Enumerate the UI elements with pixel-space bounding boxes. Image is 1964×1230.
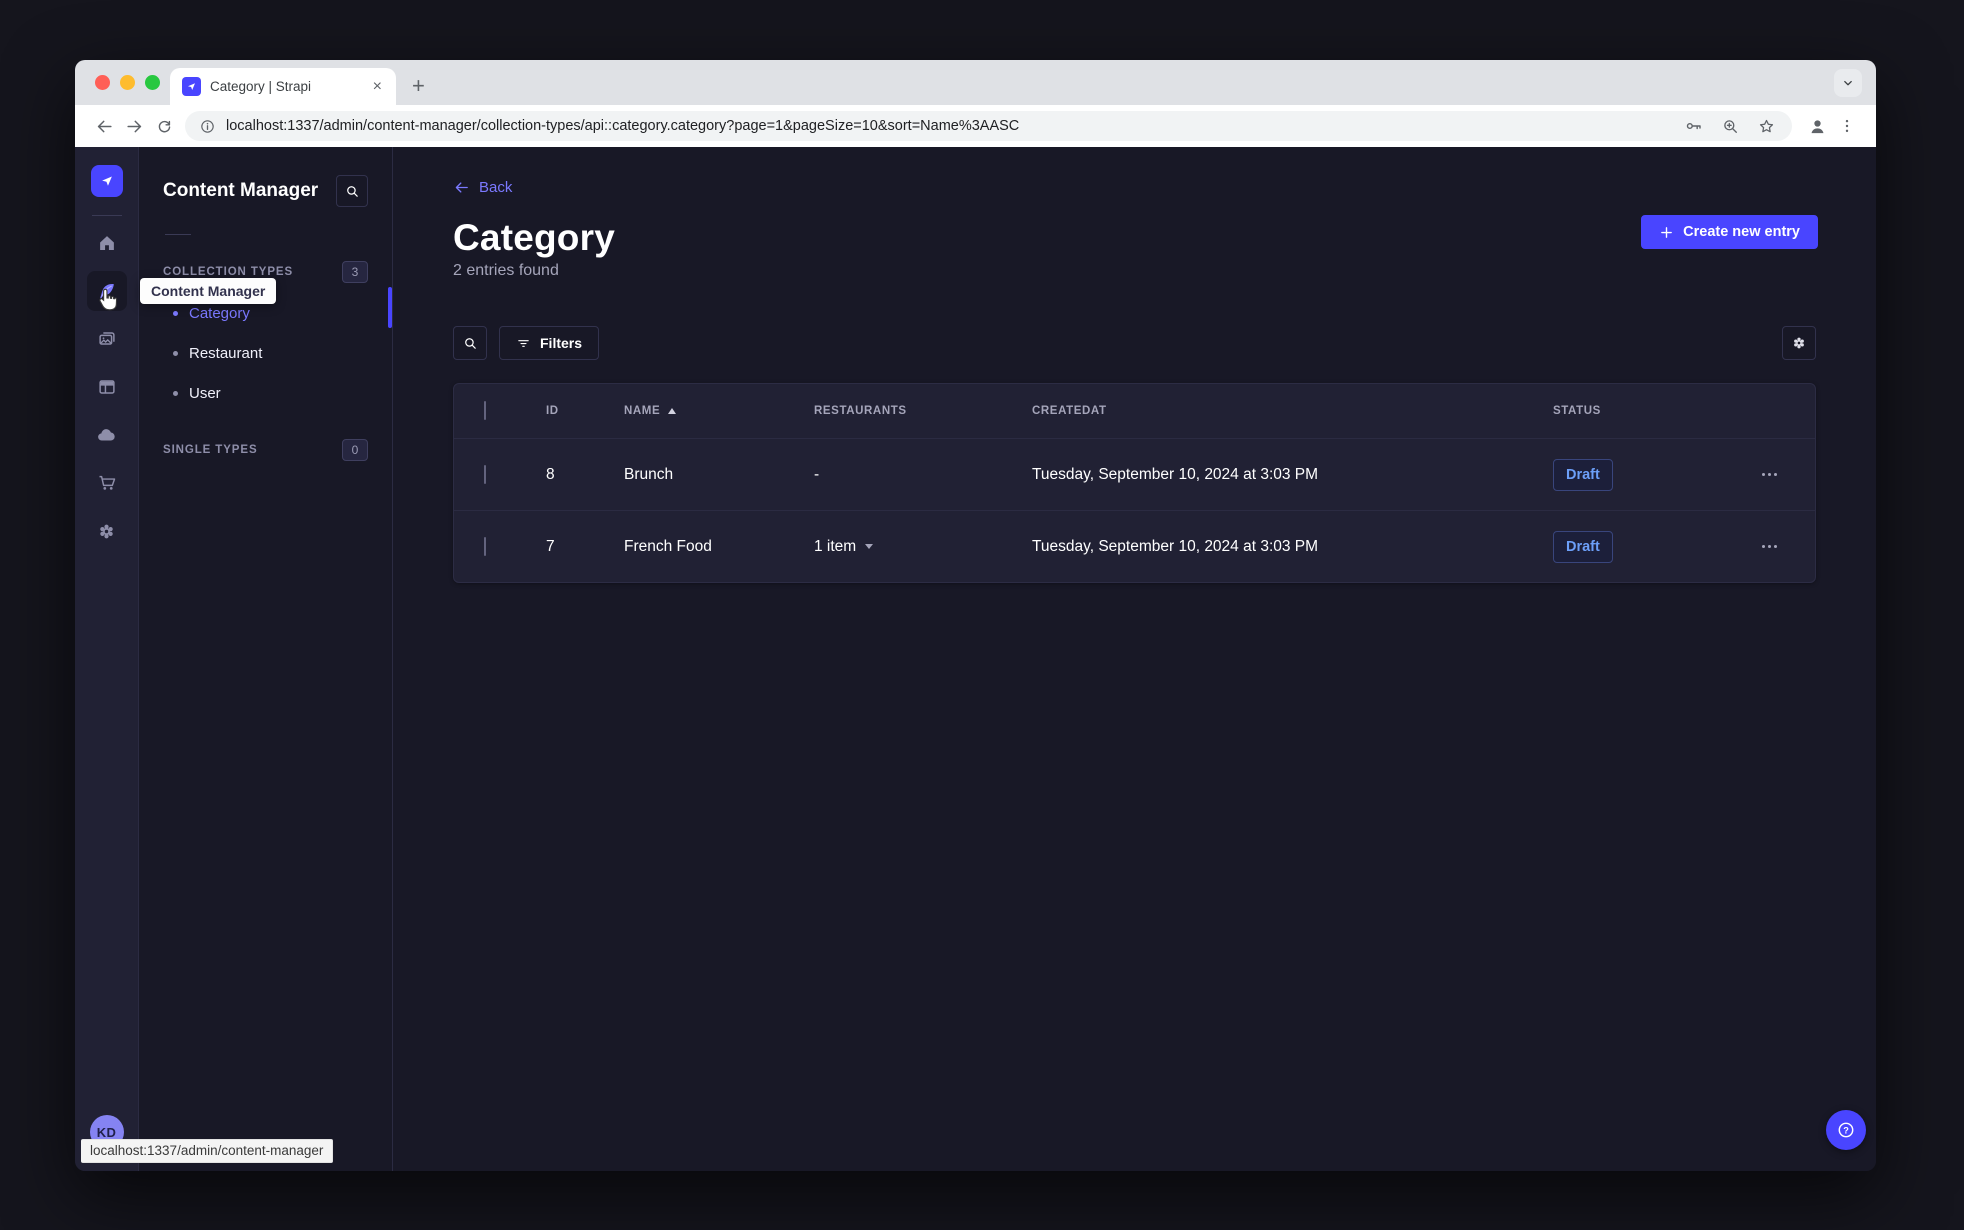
row-checkbox[interactable] (484, 536, 486, 556)
select-all-checkbox[interactable] (484, 401, 486, 420)
collection-types-count-badge: 3 (342, 261, 368, 283)
entries-table: ID NAME RESTAURANTS CREATEDAT STATUS 8 B… (453, 383, 1816, 583)
rail-divider (91, 215, 122, 216)
strapi-favicon-icon (182, 77, 201, 96)
cell-name: Brunch (624, 465, 674, 483)
status-badge: Draft (1553, 530, 1613, 563)
status-bar-url: localhost:1337/admin/content-manager (81, 1139, 334, 1163)
table-header-row: ID NAME RESTAURANTS CREATEDAT STATUS (454, 384, 1815, 438)
column-header-restaurants: RESTAURANTS (814, 405, 907, 417)
create-new-entry-button[interactable]: Create new entry (1641, 215, 1818, 249)
cell-id: 7 (546, 537, 555, 555)
url-bar[interactable]: localhost:1337/admin/content-manager/col… (185, 111, 1792, 141)
status-badge: Draft (1553, 458, 1613, 491)
minimize-window-button[interactable] (120, 75, 135, 90)
column-header-name[interactable]: NAME (596, 405, 786, 417)
subnav-title: Content Manager (163, 180, 319, 201)
cell-restaurants: - (814, 465, 820, 483)
subnav-item-user[interactable]: User (163, 373, 368, 413)
collection-types-label: COLLECTION TYPES (163, 266, 294, 278)
browser-menu-kebab-icon[interactable] (1832, 111, 1862, 141)
cell-createdat: Tuesday, September 10, 2024 at 3:03 PM (1032, 465, 1319, 483)
cell-name: French Food (624, 537, 712, 555)
back-link[interactable]: Back (453, 179, 512, 196)
bullet-icon (173, 350, 178, 356)
back-icon[interactable] (89, 111, 119, 141)
bullet-icon (173, 310, 178, 316)
subnav-search-button[interactable] (336, 175, 368, 207)
sort-ascending-icon (668, 408, 677, 414)
subnav-item-restaurant[interactable]: Restaurant (163, 333, 368, 373)
bullet-icon (173, 390, 178, 396)
help-button[interactable]: ? (1826, 1110, 1866, 1150)
page-title: Category (453, 217, 615, 258)
url-text[interactable]: localhost:1337/admin/content-manager/col… (226, 118, 1670, 134)
collection-types-list: Category Restaurant User (163, 293, 368, 413)
nav-settings-gear-icon[interactable] (87, 511, 127, 551)
nav-content-type-builder-icon[interactable] (87, 367, 127, 407)
password-key-icon[interactable] (1682, 111, 1706, 141)
bookmark-star-icon[interactable] (1754, 111, 1778, 141)
active-item-indicator (388, 287, 392, 328)
nav-home-icon[interactable] (87, 223, 127, 263)
tab-title: Category | Strapi (210, 79, 312, 94)
zoom-in-icon[interactable] (1718, 111, 1742, 141)
cell-createdat: Tuesday, September 10, 2024 at 3:03 PM (1032, 537, 1319, 555)
nav-marketplace-cart-icon[interactable] (87, 463, 127, 503)
table-row[interactable]: 8 Brunch - Tuesday, September 10, 2024 a… (454, 438, 1815, 510)
cell-id: 8 (546, 465, 555, 483)
browser-toolbar: localhost:1337/admin/content-manager/col… (75, 105, 1876, 147)
mouse-cursor-hand (99, 288, 118, 311)
tab-strip: Category | Strapi × + (75, 60, 1876, 105)
tab-close-icon[interactable]: × (369, 78, 386, 96)
close-window-button[interactable] (95, 75, 110, 90)
strapi-logo-icon[interactable] (90, 165, 123, 197)
forward-icon[interactable] (119, 111, 149, 141)
browser-window: Category | Strapi × + localhost:1337/adm… (75, 60, 1876, 1171)
table-row[interactable]: 7 French Food 1 item Tuesday, September … (454, 510, 1815, 582)
entries-count: 2 entries found (453, 262, 559, 279)
content-manager-tooltip: Content Manager (140, 278, 277, 304)
column-header-createdat: CREATEDAT (1032, 405, 1107, 417)
subnav-divider (165, 234, 191, 235)
search-button[interactable] (453, 326, 487, 360)
new-tab-button[interactable]: + (412, 75, 425, 97)
traffic-lights (95, 75, 160, 90)
reload-icon[interactable] (149, 111, 179, 141)
single-types-label: SINGLE TYPES (163, 444, 258, 456)
column-header-id[interactable]: ID (518, 405, 596, 417)
main-content: Back Category 2 entries found Create new… (393, 147, 1876, 1171)
expand-relations-caret-icon[interactable] (865, 544, 874, 549)
strapi-app: KD Content Manager COLLECTION TYPES 3 Ca… (75, 147, 1876, 1171)
fullscreen-window-button[interactable] (145, 75, 160, 90)
page-info-icon[interactable] (199, 118, 216, 135)
filters-button[interactable]: Filters (499, 326, 600, 360)
nav-cloud-icon[interactable] (87, 415, 127, 455)
cell-restaurants: 1 item (786, 538, 1004, 556)
tab-search-chevron-icon[interactable] (1834, 69, 1862, 97)
profile-avatar-icon[interactable] (1802, 111, 1832, 141)
svg-text:?: ? (1843, 1125, 1849, 1135)
row-checkbox[interactable] (484, 464, 486, 484)
browser-tab[interactable]: Category | Strapi × (170, 68, 396, 105)
single-types-count-badge: 0 (342, 439, 368, 461)
nav-media-library-icon[interactable] (87, 319, 127, 359)
row-actions-menu-icon[interactable] (1729, 545, 1815, 548)
view-settings-gear-button[interactable] (1782, 326, 1816, 360)
column-header-status: STATUS (1553, 405, 1601, 417)
row-actions-menu-icon[interactable] (1729, 473, 1815, 476)
